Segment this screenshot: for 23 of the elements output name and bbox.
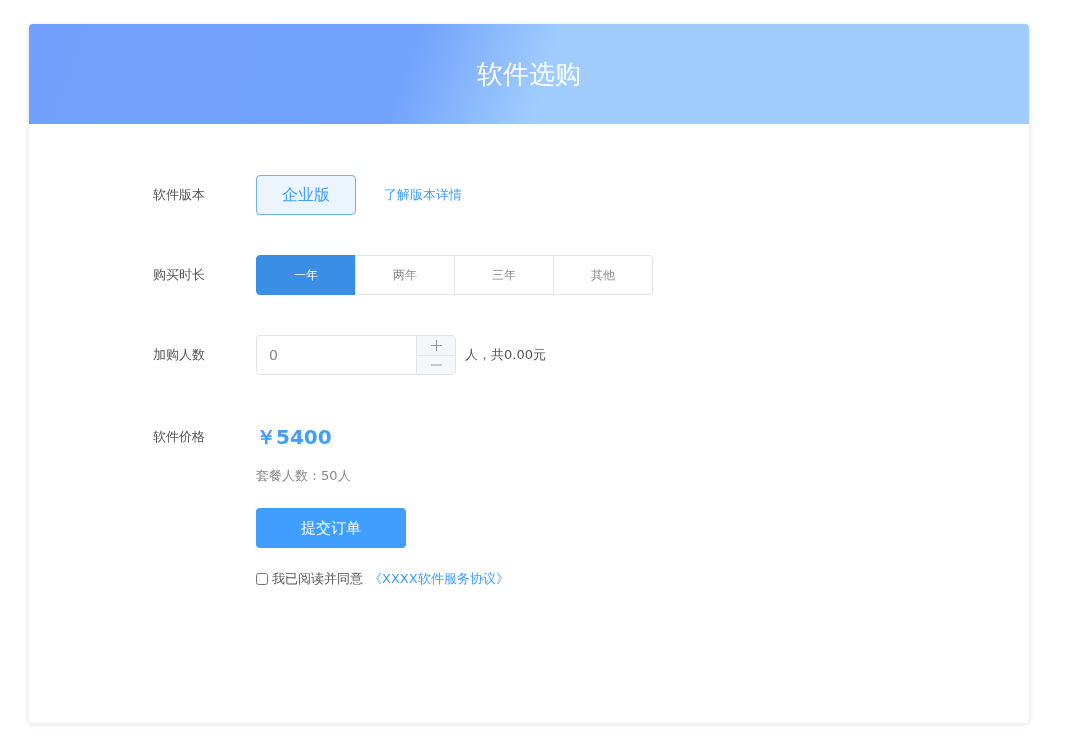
number-input-field[interactable]: 0: [256, 335, 416, 375]
submit-button[interactable]: 提交订单: [256, 508, 406, 548]
plus-icon: [430, 339, 442, 351]
page-title: 软件选购: [477, 57, 581, 91]
duration-option[interactable]: 三年: [454, 255, 554, 295]
field-label: 软件版本: [153, 186, 206, 204]
total-text: 人，共0.00元: [465, 346, 546, 364]
price-amount: ￥5400: [256, 423, 332, 451]
field-label: 购买时长: [153, 266, 206, 284]
package-note: 套餐人数：50人: [256, 467, 352, 485]
agreement-link[interactable]: 《XXXX软件服务协议》: [369, 570, 509, 588]
version-details-link[interactable]: 了解版本详情: [384, 186, 462, 204]
increment-button[interactable]: [417, 336, 455, 355]
duration-option[interactable]: 两年: [355, 255, 455, 295]
duration-option[interactable]: 其他: [553, 255, 653, 295]
decrement-button[interactable]: [417, 354, 455, 374]
field-label: 软件价格: [153, 428, 206, 446]
agree-checkbox[interactable]: [256, 573, 268, 585]
field-label: 加购人数: [153, 346, 206, 364]
agreement-text: 我已阅读并同意: [272, 570, 363, 588]
duration-option[interactable]: 一年: [256, 255, 356, 295]
version-option[interactable]: 企业版: [256, 175, 356, 215]
minus-icon: [430, 363, 442, 366]
